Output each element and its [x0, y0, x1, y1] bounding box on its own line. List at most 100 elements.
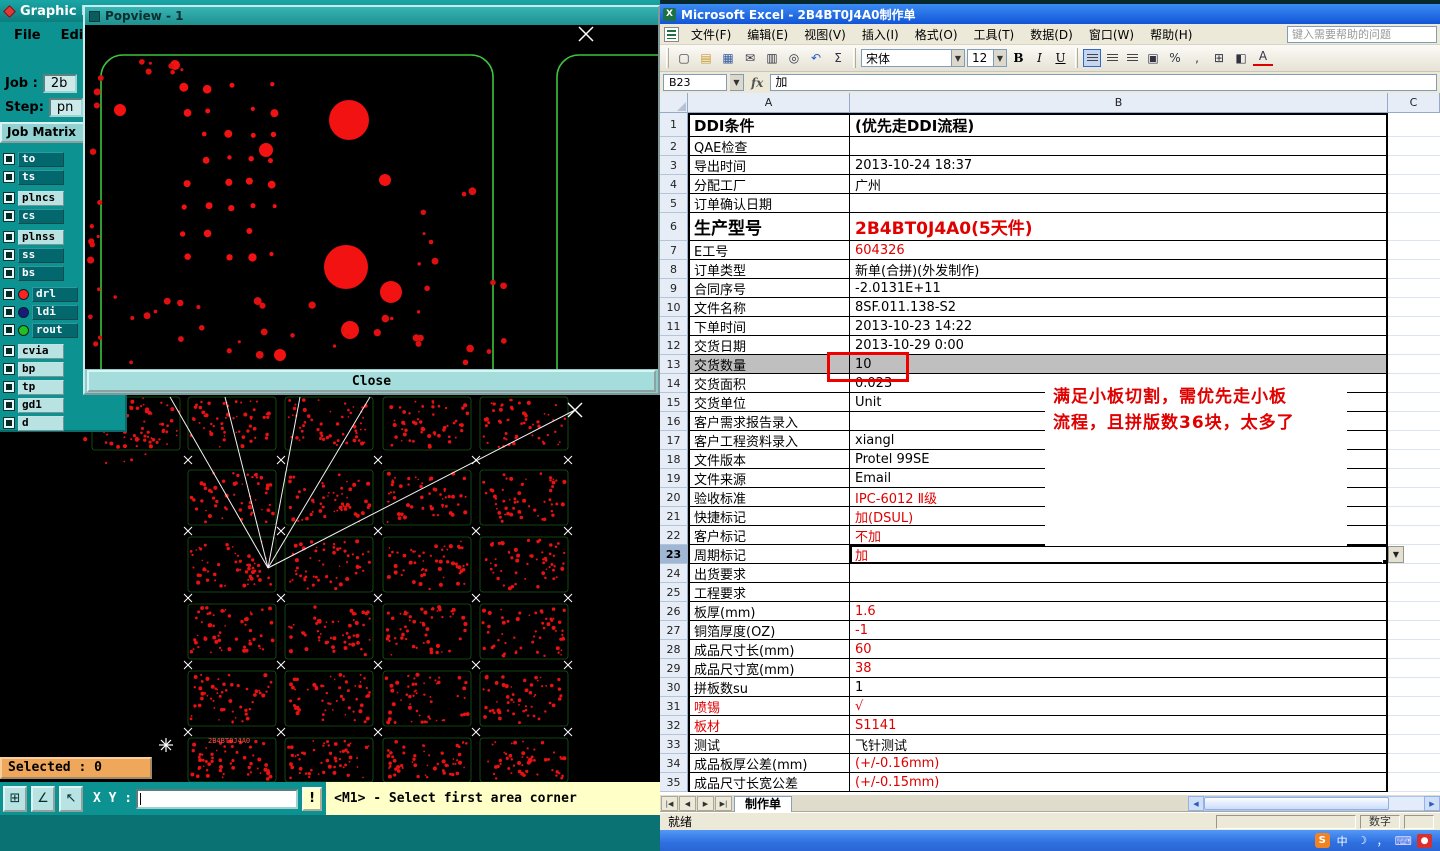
close-button[interactable]: Close [87, 370, 656, 392]
warning-button[interactable]: ! [302, 786, 323, 811]
cell-a25[interactable]: 工程要求 [688, 583, 850, 602]
main-canvas[interactable]: 2B4BT0J4A0 [0, 395, 660, 782]
cell-c12[interactable] [1388, 336, 1440, 355]
row-header-3[interactable]: 3 [660, 156, 688, 175]
row-header-15[interactable]: 15 [660, 393, 688, 412]
chevron-down-icon[interactable]: ▼ [730, 74, 744, 91]
cell-a13[interactable]: 交货数量 [688, 355, 850, 374]
sogou-logo-icon[interactable]: S [1314, 833, 1330, 848]
cell-b27[interactable]: -1 [850, 621, 1388, 640]
layer-row[interactable]: d [3, 414, 125, 432]
layer-visibility-toggle[interactable] [3, 363, 15, 375]
cell-c3[interactable] [1388, 156, 1440, 175]
underline-button[interactable]: U [1051, 49, 1070, 68]
cell-c32[interactable] [1388, 716, 1440, 735]
cell-b32[interactable]: S1141 [850, 716, 1388, 735]
row-header-28[interactable]: 28 [660, 640, 688, 659]
cell-b30[interactable]: 1 [850, 678, 1388, 697]
grid-tool-icon[interactable]: ⊞ [3, 785, 27, 812]
cell-a30[interactable]: 拼板数su [688, 678, 850, 697]
cell-c6[interactable] [1388, 213, 1440, 241]
row-header-26[interactable]: 26 [660, 602, 688, 621]
insert-function-icon[interactable]: fx [751, 76, 763, 90]
cell-a8[interactable]: 订单类型 [688, 260, 850, 279]
cell-c25[interactable] [1388, 583, 1440, 602]
cell-b7[interactable]: 604326 [850, 241, 1388, 260]
menu-item[interactable]: 视图(V) [796, 24, 854, 45]
row-header-24[interactable]: 24 [660, 564, 688, 583]
cell-b5[interactable] [850, 194, 1388, 213]
popview-canvas[interactable] [85, 25, 658, 369]
row-header-8[interactable]: 8 [660, 260, 688, 279]
cell-a24[interactable]: 出货要求 [688, 564, 850, 583]
cell-a14[interactable]: 交货面积 [688, 374, 850, 393]
layer-name[interactable]: ss [18, 247, 64, 263]
cell-a21[interactable]: 快捷标记 [688, 507, 850, 526]
cell-b13[interactable]: 10 [850, 355, 1388, 374]
font-size-select[interactable]: 12 ▼ [967, 49, 1007, 67]
cell-c2[interactable] [1388, 137, 1440, 156]
cell-a19[interactable]: 文件来源 [688, 469, 850, 488]
soft-keyboard-icon[interactable]: ⌨ [1395, 833, 1412, 848]
layer-name[interactable]: plnss [18, 229, 64, 245]
cell-a5[interactable]: 订单确认日期 [688, 194, 850, 213]
cell-a20[interactable]: 验收标准 [688, 488, 850, 507]
borders-icon[interactable]: ⊞ [1209, 48, 1229, 68]
cell-c4[interactable] [1388, 175, 1440, 194]
layer-name[interactable]: bs [18, 265, 64, 281]
cell-c19[interactable] [1388, 469, 1440, 488]
fill-color-icon[interactable]: ◧ [1231, 48, 1251, 68]
row-header-5[interactable]: 5 [660, 194, 688, 213]
layer-visibility-toggle[interactable] [3, 345, 15, 357]
undo-icon[interactable]: ↶ [806, 48, 826, 68]
layer-name[interactable]: cvia [18, 343, 64, 359]
menu-item[interactable]: 编辑(E) [739, 24, 796, 45]
open-icon[interactable]: ▤ [696, 48, 716, 68]
cell-a33[interactable]: 测试 [688, 735, 850, 754]
layer-visibility-toggle[interactable] [3, 267, 15, 279]
layer-visibility-toggle[interactable] [3, 417, 15, 429]
row-header-13[interactable]: 13 [660, 355, 688, 374]
cell-b10[interactable]: 8SF.011.138-S2 [850, 298, 1388, 317]
cell-c15[interactable] [1388, 393, 1440, 412]
layer-visibility-toggle[interactable] [3, 231, 15, 243]
layer-name[interactable]: gd1 [18, 397, 64, 413]
cell-c27[interactable] [1388, 621, 1440, 640]
tray-app-icon[interactable]: ● [1417, 833, 1432, 848]
cell-a32[interactable]: 板材 [688, 716, 850, 735]
layer-visibility-toggle[interactable] [3, 210, 15, 222]
layer-name[interactable]: ts [18, 169, 64, 185]
layer-name[interactable]: d [18, 415, 64, 431]
sum-icon[interactable]: Σ [828, 48, 848, 68]
layer-name[interactable]: tp [18, 379, 64, 395]
cell-c8[interactable] [1388, 260, 1440, 279]
align-left-icon[interactable] [1083, 49, 1101, 67]
row-header-35[interactable]: 35 [660, 773, 688, 792]
cell-c5[interactable] [1388, 194, 1440, 213]
tab-scroll-button[interactable]: |◀ [661, 796, 678, 811]
cell-b8[interactable]: 新单(合拼)(外发制作) [850, 260, 1388, 279]
row-header-29[interactable]: 29 [660, 659, 688, 678]
help-search-input[interactable]: 键入需要帮助的问题 [1287, 26, 1437, 43]
cell-b34[interactable]: (+/-0.16mm) [850, 754, 1388, 773]
chevron-down-icon[interactable]: ▼ [951, 50, 964, 66]
cell-b6[interactable]: 2B4BT0J4A0(5天件) [850, 213, 1388, 241]
layer-visibility-toggle[interactable] [3, 192, 15, 204]
cell-c18[interactable] [1388, 450, 1440, 469]
cell-a6[interactable]: 生产型号 [688, 213, 850, 241]
menu-item[interactable]: 窗口(W) [1081, 24, 1142, 45]
cell-b4[interactable]: 广州 [850, 175, 1388, 194]
layer-name[interactable]: plncs [18, 190, 64, 206]
select-tool-icon[interactable]: ↖ [59, 785, 83, 812]
cell-c35[interactable] [1388, 773, 1440, 792]
toolbar-grip[interactable] [1075, 48, 1078, 68]
merge-center-icon[interactable]: ▣ [1143, 48, 1163, 68]
print-preview-icon[interactable]: ◎ [784, 48, 804, 68]
row-header-12[interactable]: 12 [660, 336, 688, 355]
cell-a1[interactable]: DDI条件 [688, 113, 850, 137]
layer-name[interactable]: rout [32, 322, 78, 338]
row-header-21[interactable]: 21 [660, 507, 688, 526]
cell-a31[interactable]: 喷锡 [688, 697, 850, 716]
row-header-23[interactable]: 23 [660, 545, 688, 564]
cell-c26[interactable] [1388, 602, 1440, 621]
